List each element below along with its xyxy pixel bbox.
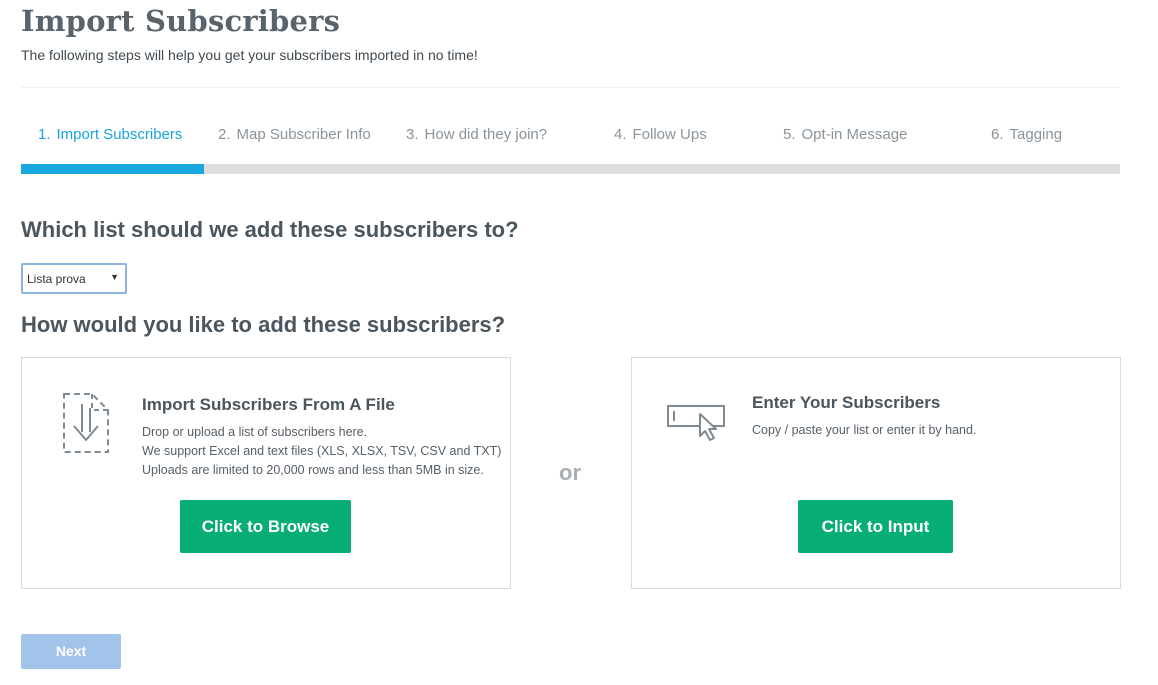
progress-fill <box>21 164 205 174</box>
header-divider <box>21 87 1120 88</box>
step-number: 4. <box>614 126 627 143</box>
step-number: 5. <box>783 126 796 143</box>
step-label: Opt-in Message <box>801 126 908 143</box>
list-select[interactable]: Lista prova ▼ <box>21 263 127 294</box>
step-number: 3. <box>406 126 419 143</box>
import-file-description: Drop or upload a list of subscribers her… <box>142 423 501 480</box>
import-file-card[interactable]: Import Subscribers From A File Drop or u… <box>21 357 511 589</box>
page-subtitle: The following steps will help you get yo… <box>21 47 478 63</box>
or-separator: or <box>559 460 581 485</box>
import-file-title: Import Subscribers From A File <box>142 395 395 414</box>
step-number: 1. <box>38 126 51 143</box>
step-label: How did they join? <box>424 126 548 143</box>
step-number: 6. <box>991 126 1004 143</box>
step-label: Map Subscriber Info <box>236 126 371 143</box>
list-select-value: Lista prova <box>27 272 86 286</box>
enter-subscribers-description: Copy / paste your list or enter it by ha… <box>752 421 976 440</box>
text-input-cursor-icon <box>666 402 728 447</box>
step-follow-ups[interactable]: 4. Follow Ups <box>614 126 707 143</box>
step-number: 2. <box>218 126 231 143</box>
method-question-heading: How would you like to add these subscrib… <box>21 312 506 337</box>
next-button[interactable]: Next <box>21 634 121 669</box>
click-to-input-button[interactable]: Click to Input <box>798 500 953 553</box>
step-label: Follow Ups <box>632 126 707 143</box>
import-file-line: Drop or upload a list of subscribers her… <box>142 425 368 439</box>
progress-bar <box>21 164 1120 174</box>
step-tabs: 1. Import Subscribers 2. Map Subscriber In… <box>21 126 1120 148</box>
step-map-subscriber-info[interactable]: 2. Map Subscriber Info <box>218 126 371 143</box>
step-tagging[interactable]: 6. Tagging <box>991 126 1062 143</box>
page-title: Import Subscribers <box>21 4 341 38</box>
step-how-did-they-join[interactable]: 3. How did they join? <box>406 126 547 143</box>
step-opt-in-message[interactable]: 5. Opt-in Message <box>783 126 907 143</box>
click-to-browse-button[interactable]: Click to Browse <box>180 500 351 553</box>
enter-subscribers-card[interactable]: Enter Your Subscribers Copy / paste your… <box>631 357 1121 589</box>
step-label: Tagging <box>1009 126 1063 143</box>
dropdown-arrow-icon: ▼ <box>110 272 119 282</box>
file-import-icon <box>62 392 110 459</box>
import-file-line: We support Excel and text files (XLS, XL… <box>142 444 502 458</box>
step-import-subscribers[interactable]: 1. Import Subscribers <box>38 126 182 143</box>
enter-subscribers-line: Copy / paste your list or enter it by ha… <box>752 423 977 437</box>
list-question-heading: Which list should we add these subscribe… <box>21 217 519 242</box>
enter-subscribers-title: Enter Your Subscribers <box>752 393 941 412</box>
import-file-line: Uploads are limited to 20,000 rows and l… <box>142 463 484 477</box>
step-label: Import Subscribers <box>56 126 183 143</box>
